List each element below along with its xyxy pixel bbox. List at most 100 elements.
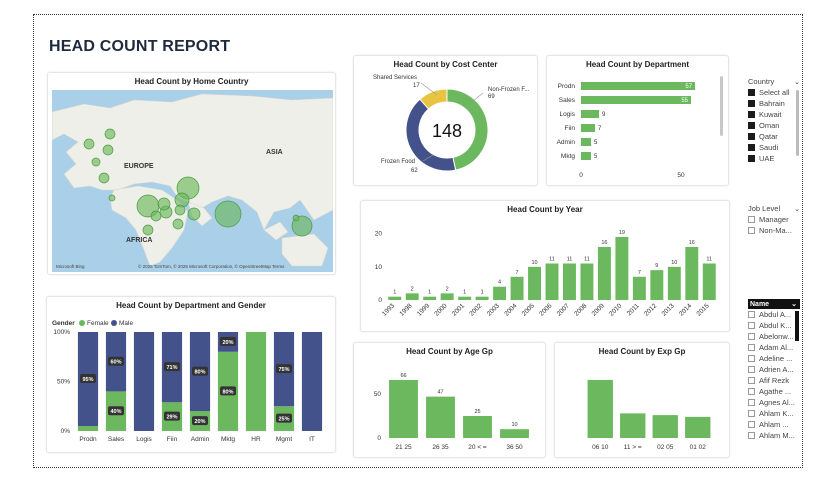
checkbox[interactable] (748, 432, 755, 439)
female-bar[interactable] (77, 426, 99, 431)
age-card[interactable]: Head Count by Age Gp 0 50 66 21 25 47 26 35 25… (353, 342, 546, 458)
year-bar[interactable] (423, 296, 437, 300)
country-slicer-scrollbar[interactable] (796, 90, 799, 156)
name-slicer-item[interactable]: Ahlam K... (748, 408, 800, 419)
chevron-down-icon[interactable]: ⌄ (794, 205, 800, 213)
exp-bar[interactable] (587, 379, 613, 438)
year-bar[interactable] (510, 276, 524, 300)
country-slicer-item[interactable]: UAE (748, 153, 800, 164)
map-bubble[interactable] (91, 157, 101, 167)
checkbox[interactable] (748, 355, 755, 362)
year-chart[interactable]: 0102011993219981199922000120011200242003… (362, 217, 730, 331)
gender-chart[interactable]: Gender Female Male 0% 50% 100% 95% Prodn 60% 40% S… (48, 312, 336, 452)
map-bubble[interactable] (157, 197, 171, 211)
department-scrollbar[interactable] (720, 76, 723, 136)
male-bar[interactable] (133, 332, 155, 431)
checkbox[interactable] (748, 133, 755, 140)
year-bar[interactable] (615, 236, 629, 300)
country-slicer-item[interactable]: Saudi (748, 142, 800, 153)
exp-bar[interactable] (652, 415, 678, 438)
year-bar[interactable] (632, 276, 646, 300)
age-bar[interactable] (389, 379, 418, 438)
checkbox[interactable] (748, 144, 755, 151)
map-visual[interactable]: EUROPE ASIA AFRICA Microsoft Bing © 2025 (52, 90, 333, 272)
male-bar[interactable] (301, 332, 323, 431)
name-slicer-item[interactable]: Abdul A... (748, 309, 800, 320)
cost-center-card[interactable]: Head Count by Cost Center 148 Non-Frozen… (353, 55, 538, 186)
checkbox[interactable] (748, 111, 755, 118)
name-slicer-item[interactable]: Agnes Al... (748, 397, 800, 408)
dept-bar[interactable] (581, 96, 691, 104)
checkbox[interactable] (748, 410, 755, 417)
country-slicer-item[interactable]: Select all (748, 87, 800, 98)
year-bar[interactable] (458, 296, 472, 300)
map-bubble[interactable] (142, 224, 154, 236)
country-slicer-item[interactable]: Kuwait (748, 109, 800, 120)
checkbox[interactable] (748, 333, 755, 340)
checkbox[interactable] (748, 344, 755, 351)
checkbox[interactable] (748, 399, 755, 406)
year-bar[interactable] (685, 246, 699, 300)
map-bubble[interactable] (104, 128, 116, 140)
dept-bar[interactable] (581, 138, 591, 146)
map-bubble[interactable] (83, 138, 95, 150)
checkbox[interactable] (748, 322, 755, 329)
map-bubble[interactable] (214, 200, 242, 228)
legend-label[interactable]: Female (87, 320, 109, 327)
name-slicer-item[interactable]: Ahlam ... (748, 419, 800, 430)
checkbox[interactable] (748, 89, 755, 96)
exp-bar[interactable] (685, 416, 711, 438)
year-bar[interactable] (580, 263, 594, 301)
checkbox[interactable] (748, 388, 755, 395)
name-slicer-item[interactable]: Ahlam M... (748, 430, 800, 441)
checkbox[interactable] (748, 366, 755, 373)
job-level-slicer[interactable]: Job Level ⌄ Manager Non-Ma... (748, 203, 800, 236)
cost-center-donut[interactable]: 148 Non-Frozen F... 69 Frozen Food 62 Sh… (355, 73, 538, 185)
legend-label[interactable]: Male (119, 320, 133, 327)
year-bar[interactable] (667, 266, 681, 300)
year-bar[interactable] (388, 296, 402, 300)
age-chart[interactable]: 0 50 66 21 25 47 26 35 25 20 < = 10 36 50 (355, 358, 546, 457)
department-chart[interactable]: Prodn 57Sales 55Logis 9Fiin 7Admin 5Mktg 50 50 (548, 73, 729, 185)
map-bubble[interactable] (102, 144, 114, 156)
chevron-down-icon[interactable]: ⌄ (791, 300, 797, 308)
dept-bar[interactable] (581, 82, 695, 90)
name-slicer-item[interactable]: Adam Al... (748, 342, 800, 353)
map-bubble[interactable] (187, 207, 201, 221)
job-level-slicer-item[interactable]: Manager (748, 214, 800, 225)
chevron-down-icon[interactable]: ⌄ (794, 78, 800, 86)
female-bar[interactable] (245, 332, 267, 431)
checkbox[interactable] (748, 100, 755, 107)
year-bar[interactable] (545, 263, 559, 301)
name-slicer-item[interactable]: Adrien A... (748, 364, 800, 375)
map-bubble[interactable] (150, 210, 162, 222)
year-card[interactable]: Head Count by Year 0 10 20 1 1993 2 1998 1 1999 2… (360, 200, 730, 332)
map-bubble[interactable] (292, 214, 300, 222)
country-slicer-item[interactable]: Bahrain (748, 98, 800, 109)
job-level-slicer-item[interactable]: Non-Ma... (748, 225, 800, 236)
year-bar[interactable] (563, 263, 576, 301)
map-card[interactable]: Head Count by Home Country EUROPE ASIA A… (47, 72, 336, 275)
dept-bar[interactable] (581, 110, 599, 118)
year-bar[interactable] (597, 246, 611, 300)
year-bar[interactable] (405, 293, 419, 300)
exp-card[interactable]: Head Count by Exp Gp 06 10 11 > = 02 05 01 … (554, 342, 730, 458)
name-slicer-item[interactable]: Agathe ... (748, 386, 800, 397)
age-bar[interactable] (463, 416, 492, 438)
year-bar[interactable] (528, 266, 541, 300)
year-bar[interactable] (440, 293, 454, 300)
map-bubble[interactable] (174, 204, 186, 216)
age-bar[interactable] (500, 429, 529, 438)
gender-card[interactable]: Head Count by Department and Gender Gend… (46, 296, 336, 453)
country-slicer-item[interactable]: Qatar (748, 131, 800, 142)
checkbox[interactable] (748, 227, 755, 234)
age-bar[interactable] (426, 396, 455, 438)
name-slicer-scrollbar[interactable] (795, 311, 799, 341)
year-bar[interactable] (475, 296, 489, 300)
year-bar[interactable] (493, 286, 507, 300)
year-bar[interactable] (702, 263, 716, 301)
exp-chart[interactable]: 06 10 11 > = 02 05 01 02 (556, 358, 730, 457)
checkbox[interactable] (748, 311, 755, 318)
checkbox[interactable] (748, 122, 755, 129)
name-slicer-item[interactable]: Adeline ... (748, 353, 800, 364)
